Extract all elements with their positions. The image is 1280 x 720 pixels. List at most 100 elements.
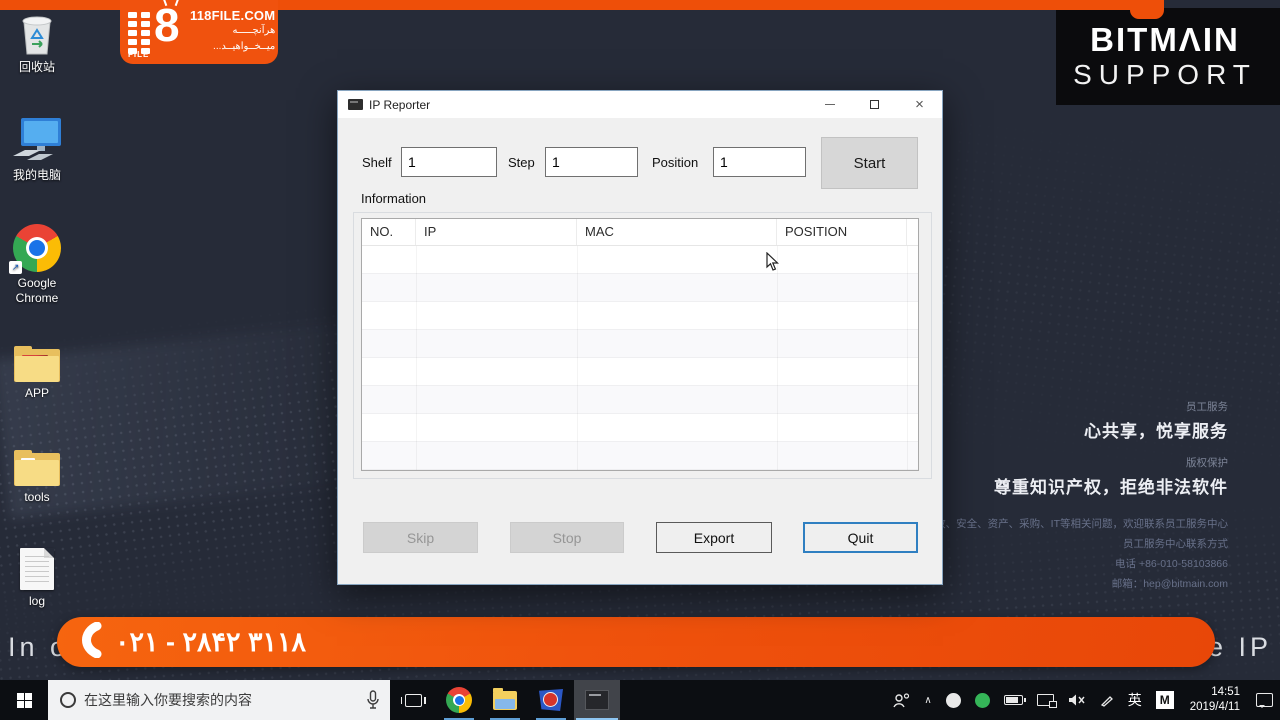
maximize-button[interactable] [852,91,897,118]
cortana-icon [60,692,76,708]
date: 2019/4/11 [1190,700,1240,715]
desktop-icon-recycle-bin[interactable]: 回收站 [0,6,74,75]
onedrive-icon[interactable] [939,680,968,720]
battery-icon[interactable] [997,680,1030,720]
close-button[interactable]: × [897,91,942,118]
taskbar-search[interactable] [48,680,390,720]
time: 14:51 [1190,685,1240,700]
app-icon [348,99,363,110]
service-phone: 电话 +86-010-58103866 [893,556,1228,571]
ime-mode-badge[interactable]: M [1149,680,1181,720]
position-label: Position [652,155,698,170]
service-slogan: 心共享，悦享服务 [893,417,1228,442]
desktop-icon-my-computer[interactable]: 我的电脑 [0,114,74,183]
skip-button[interactable]: Skip [363,522,478,553]
desktop-icon-log-file[interactable]: log [0,540,74,609]
persian-tagline-1: هرآنچـــــه [190,23,275,39]
phone-icon [75,622,105,663]
table-row [362,442,918,470]
app-icon [539,689,563,711]
people-icon[interactable] [886,680,917,720]
table-row [362,274,918,302]
close-icon: × [915,97,924,112]
volume-muted-icon[interactable] [1061,680,1093,720]
task-view-icon [405,694,422,707]
task-view-button[interactable] [390,680,436,720]
chrome-icon [446,687,472,713]
site-url: 118FILE.COM [190,8,275,23]
service-email: 邮箱：hep@bitmain.com [893,576,1228,591]
service-contact-line: 人力、行政、安全、资产、采购、IT等相关问题，欢迎联系员工服务中心 [893,516,1228,531]
col-header-position: POSITION [777,219,907,245]
start-menu-button[interactable] [0,680,48,720]
microphone-icon[interactable] [366,690,380,715]
persian-tagline-2: میــخــواهیــد... [190,39,275,55]
desktop: 8 FILE 118FILE.COM هرآنچـــــه میــخــوا… [0,0,1280,720]
pen-icon[interactable] [1093,680,1121,720]
position-input[interactable] [713,147,806,177]
folder-icon [0,436,74,486]
employee-service-panel: 员工服务 心共享，悦享服务 版权保护 尊重知识产权，拒绝非法软件 人力、行政、安… [893,399,1228,591]
table-row [362,414,918,442]
taskbar: ∧ 英 M 14:51 2019/4/11 [0,680,1280,720]
phone-number: ۰۲۱ - ۲۸۴۲ ۳۱۱۸ [115,627,306,658]
118-logo-icon: 8 FILE [128,6,190,58]
table-row [362,246,918,274]
start-button[interactable]: Start [821,137,918,189]
maximize-icon [870,100,879,109]
taskbar-file-explorer[interactable] [482,680,528,720]
taskbar-ip-reporter[interactable] [574,680,620,720]
windows-logo-icon [17,693,32,708]
copyright-slogan: 尊重知识产权，拒绝非法软件 [893,473,1228,498]
bitmain-support-logo: BITMΛIN SUPPORT [1056,8,1280,105]
shortcut-arrow-icon: ↗ [9,261,22,274]
results-table[interactable]: NO. IP MAC POSITION [361,218,919,471]
window-title: IP Reporter [369,98,430,112]
table-body [362,246,918,470]
taskbar-app[interactable] [528,680,574,720]
export-button[interactable]: Export [656,522,772,553]
service-contact-line: 员工服务中心联系方式 [893,536,1228,551]
quit-button[interactable]: Quit [803,522,918,553]
desktop-icon-tools-folder[interactable]: tools [0,436,74,505]
stop-button[interactable]: Stop [510,522,624,553]
taskbar-clock[interactable]: 14:51 2019/4/11 [1181,685,1249,715]
shelf-input[interactable] [401,147,497,177]
step-input[interactable] [545,147,638,177]
title-bar[interactable]: IP Reporter × [338,91,942,118]
col-header-spacer [907,219,918,245]
recycle-bin-icon [0,6,74,56]
table-header-row: NO. IP MAC POSITION [362,219,918,246]
desktop-icon-app-folder[interactable]: APP [0,332,74,401]
minimize-icon [825,104,835,105]
minimize-button[interactable] [807,91,852,118]
information-label: Information [361,191,426,206]
green-status-icon[interactable] [968,680,997,720]
ip-reporter-window: IP Reporter × Shelf Step Position Start … [337,90,943,585]
table-row [362,302,918,330]
service-tag: 员工服务 [893,399,1228,414]
notification-icon [1256,693,1273,707]
tray-expand-icon[interactable]: ∧ [917,680,938,720]
step-label: Step [508,155,535,170]
file-explorer-icon [493,691,517,710]
desktop-icon-google-chrome[interactable]: ↗ Google Chrome [0,222,74,306]
ime-language-indicator[interactable]: 英 [1121,680,1149,720]
col-header-ip: IP [416,219,577,245]
action-center-button[interactable] [1249,680,1280,720]
search-input[interactable] [84,692,334,708]
top-orange-strip-end [1130,0,1164,19]
mouse-cursor [766,252,780,277]
taskbar-chrome[interactable] [436,680,482,720]
table-row [362,330,918,358]
copyright-tag: 版权保护 [893,455,1228,470]
chrome-icon: ↗ [0,222,74,272]
computer-icon [0,114,74,164]
shelf-label: Shelf [362,155,392,170]
col-header-no: NO. [362,219,416,245]
118file-logo: 8 FILE 118FILE.COM هرآنچـــــه میــخــوا… [120,0,278,64]
subtitle-right: e IP [1208,632,1272,663]
table-row [362,358,918,386]
network-icon[interactable] [1030,680,1061,720]
folder-icon [0,332,74,382]
